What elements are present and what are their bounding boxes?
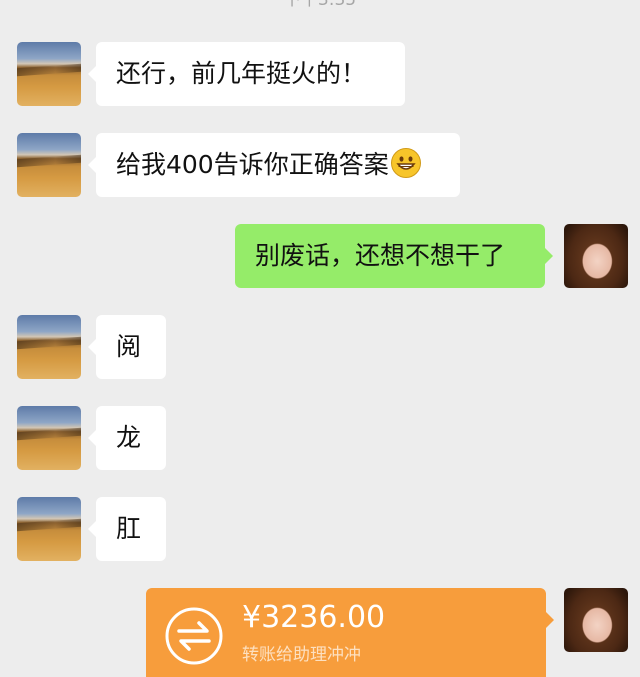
message-bubble-incoming[interactable]: 还行，前几年挺火的！ xyxy=(88,42,405,106)
avatar-contact[interactable] xyxy=(17,406,81,470)
transfer-card[interactable]: ¥3236.00 转账给助理冲冲 xyxy=(146,588,554,677)
avatar-self[interactable] xyxy=(564,588,628,652)
avatar-contact[interactable] xyxy=(17,497,81,561)
grinning-face-icon xyxy=(390,148,421,178)
message-bubble-outgoing[interactable]: 别废话，还想不想干了 xyxy=(235,224,553,288)
message-bubble-incoming[interactable]: 肛 xyxy=(88,497,166,561)
transfer-note: 转账给助理冲冲 xyxy=(242,645,361,665)
message-bubble-incoming[interactable]: 龙 xyxy=(88,406,166,470)
transfer-amount: ¥3236.00 xyxy=(242,600,386,635)
message-bubble-incoming[interactable]: 给我400告诉你正确答案 xyxy=(88,133,460,197)
message-text: 别废话，还想不想干了 xyxy=(255,241,506,270)
message-bubble-incoming[interactable]: 阅 xyxy=(88,315,166,379)
message-text: 给我400告诉你正确答案 xyxy=(116,150,389,179)
message-text: 肛 xyxy=(116,514,142,543)
message-text: 龙 xyxy=(116,423,142,452)
avatar-contact[interactable] xyxy=(17,42,81,106)
message-text: 还行，前几年挺火的！ xyxy=(116,59,367,88)
message-timestamp: 下午3:35 xyxy=(283,0,357,10)
message-text: 阅 xyxy=(116,332,142,361)
avatar-contact[interactable] xyxy=(17,315,81,379)
transfer-arrows-icon xyxy=(165,607,223,665)
avatar-contact[interactable] xyxy=(17,133,81,197)
avatar-self[interactable] xyxy=(564,224,628,288)
